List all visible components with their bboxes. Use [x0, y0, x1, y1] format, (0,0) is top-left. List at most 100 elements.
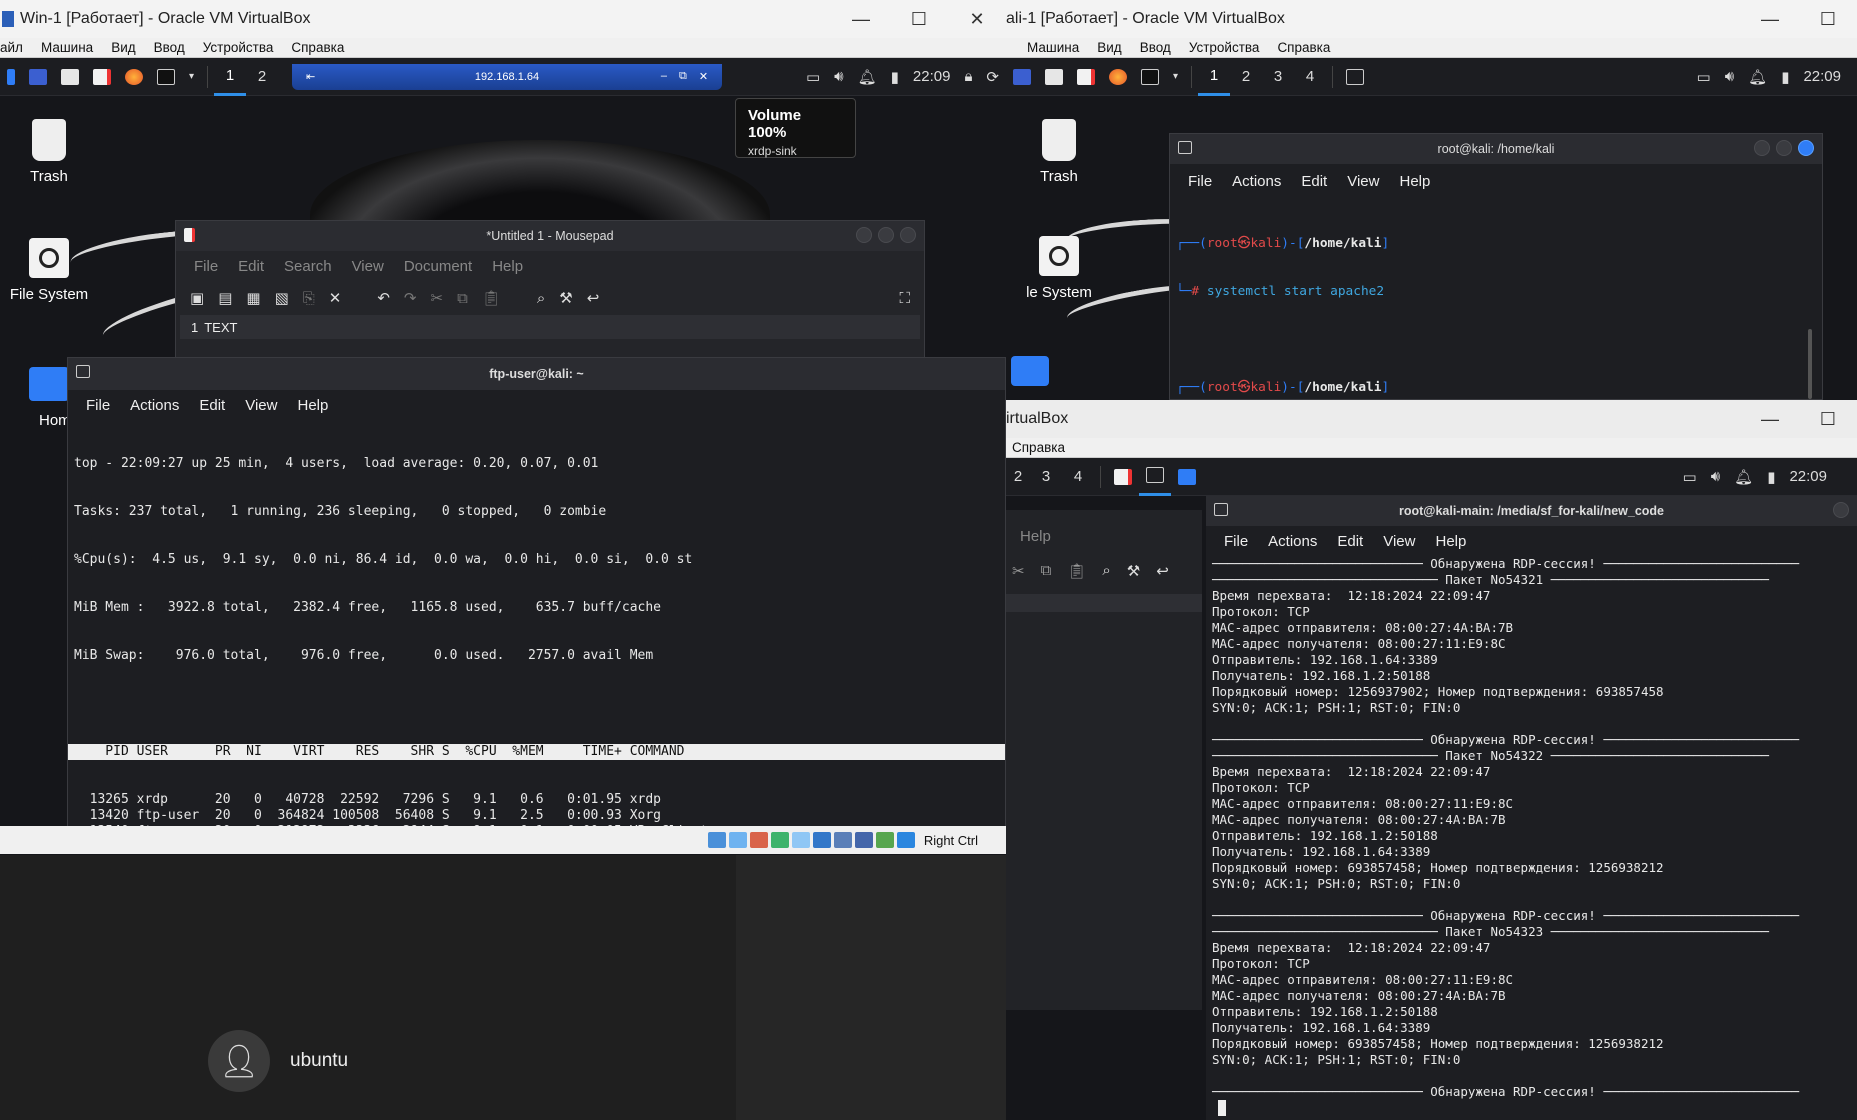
usb-icon[interactable] — [791, 832, 810, 848]
audio-icon[interactable] — [749, 832, 768, 848]
desktop-filesystem[interactable]: File System — [0, 236, 99, 303]
undo-icon[interactable]: ↶ — [377, 289, 390, 307]
maximize-icon[interactable] — [1776, 140, 1792, 156]
firefox-icon[interactable] — [1102, 58, 1134, 96]
text-editor-icon[interactable] — [86, 58, 118, 96]
minimize-icon[interactable]: — — [1741, 0, 1799, 38]
root-terminal-titlebar[interactable]: root@kali: /home/kali — [1170, 134, 1822, 164]
text-editor-icon[interactable] — [1107, 458, 1139, 496]
root-terminal-output[interactable]: ┌──(root㉿kali)-[/home/kali] └─# systemct… — [1170, 198, 1822, 399]
redo-icon[interactable]: ↷ — [404, 289, 417, 307]
maximize-icon[interactable]: ☐ — [1799, 0, 1857, 38]
mousepad-minimize-icon[interactable] — [856, 227, 872, 243]
workspace-4[interactable]: 4 — [1062, 458, 1094, 496]
chevron-down-icon[interactable]: ▾ — [1166, 58, 1185, 96]
main-menu-help[interactable]: Help — [1425, 533, 1476, 550]
desktop-filesystem[interactable]: le System — [1009, 234, 1109, 301]
taskbar-terminal-icon[interactable] — [1339, 58, 1371, 96]
third-vm-titlebar[interactable]: irtualBox — ☐ — [1006, 400, 1857, 438]
mousepad-maximize-icon[interactable] — [878, 227, 894, 243]
paste-icon[interactable]: 📋︎ — [482, 289, 501, 307]
text-editor-icon[interactable] — [1070, 58, 1102, 96]
rdp-connection-bar[interactable]: ⇤ 192.168.1.64 – ⧉ ✕ — [292, 63, 723, 90]
menu-help[interactable]: Справка — [282, 40, 353, 55]
volume-icon[interactable]: 🔊︎ — [1704, 458, 1727, 496]
menu-file[interactable]: айл — [0, 40, 32, 55]
right-vm-titlebar[interactable]: ali-1 [Работает] - Oracle VM VirtualBox … — [1006, 0, 1857, 38]
cpu-icon[interactable] — [875, 832, 894, 848]
desktop-icon[interactable] — [1006, 58, 1038, 96]
minimize-icon[interactable]: — — [1741, 400, 1799, 438]
mouse-integration-icon[interactable] — [896, 832, 915, 848]
left-vm-titlebar[interactable]: Win-1 [Работает] - Oracle VM VirtualBox … — [0, 0, 1006, 38]
top-output[interactable]: top - 22:09:27 up 25 min, 4 users, load … — [68, 420, 1005, 828]
panel-clock[interactable]: 22:09 — [1796, 58, 1857, 96]
display-icon[interactable]: ▭ — [1676, 458, 1704, 496]
minimize-icon[interactable]: — — [832, 0, 890, 38]
maximize-icon[interactable]: ☐ — [1799, 400, 1857, 438]
lock-icon[interactable]: 🔒︎ — [957, 58, 979, 96]
menu-input[interactable]: Ввод — [1131, 40, 1180, 55]
desktop-trash[interactable]: Trash — [1009, 118, 1109, 185]
workspace-4[interactable]: 4 — [1294, 58, 1326, 96]
save-as-icon[interactable]: ▧ — [275, 289, 289, 307]
close-icon[interactable]: ✕ — [948, 0, 1006, 38]
terminal-scrollbar[interactable] — [1808, 329, 1812, 399]
files-icon[interactable] — [1038, 58, 1070, 96]
ftp-menu-actions[interactable]: Actions — [120, 397, 189, 414]
kali-menu-icon[interactable] — [0, 58, 22, 96]
desktop-trash[interactable]: Trash — [0, 118, 99, 185]
ftp-terminal-titlebar[interactable]: ftp-user@kali: ~ — [68, 358, 1005, 390]
mousepad-close-icon[interactable] — [900, 227, 916, 243]
hdd-icon[interactable] — [707, 832, 726, 848]
close-document-icon[interactable]: ✕ — [329, 289, 342, 307]
workspace-1[interactable]: 1 — [214, 58, 247, 96]
login-user[interactable]: 👤︎ ubuntu — [208, 1030, 348, 1092]
menu-view[interactable]: Вид — [1088, 40, 1130, 55]
mousepad-menu-file[interactable]: File — [184, 258, 228, 275]
volume-icon[interactable]: 🔊︎ — [827, 58, 850, 96]
panel-clock[interactable]: 22:09 — [1782, 458, 1857, 496]
save-icon[interactable]: ▦ — [246, 289, 260, 307]
rdp-close-icon[interactable]: ✕ — [699, 70, 708, 83]
minimize-icon[interactable] — [1754, 140, 1770, 156]
fullscreen-icon[interactable]: ⛶ — [899, 290, 910, 307]
rdp-capture-output[interactable]: ──────────────────────────── Обнаружена … — [1206, 556, 1857, 1116]
background-help-menu[interactable]: Help — [1020, 528, 1051, 545]
mousepad-menu-document[interactable]: Document — [394, 258, 482, 275]
volume-icon[interactable]: 🔊︎ — [1718, 58, 1741, 96]
bell-icon[interactable]: 🔔︎ — [1741, 58, 1774, 96]
taskbar-terminal-icon[interactable] — [1139, 458, 1171, 496]
firefox-icon[interactable] — [118, 58, 150, 96]
main-menu-view[interactable]: View — [1373, 533, 1425, 550]
mousepad-editor[interactable]: 1 TEXT — [180, 315, 920, 339]
ftp-menu-view[interactable]: View — [235, 397, 287, 414]
main-menu-actions[interactable]: Actions — [1258, 533, 1327, 550]
mousepad-menu-view[interactable]: View — [342, 258, 394, 275]
goto-icon[interactable]: ↩ — [1156, 562, 1169, 580]
search-icon[interactable]: ⌕ — [537, 290, 545, 307]
terminal-icon[interactable] — [1134, 58, 1166, 96]
desktop-icon[interactable] — [22, 58, 54, 96]
root-menu-actions[interactable]: Actions — [1222, 173, 1291, 190]
mousepad-menu-edit[interactable]: Edit — [228, 258, 274, 275]
shared-folder-icon[interactable] — [812, 832, 831, 848]
cut-icon[interactable]: ✂ — [1012, 562, 1025, 580]
battery-icon[interactable]: ▮ — [1760, 458, 1782, 496]
files-icon[interactable] — [54, 58, 86, 96]
minimize-icon[interactable] — [1833, 502, 1849, 518]
main-menu-file[interactable]: File — [1214, 533, 1258, 550]
ftp-menu-help[interactable]: Help — [287, 397, 338, 414]
root-menu-file[interactable]: File — [1178, 173, 1222, 190]
workspace-2[interactable]: 2 — [246, 58, 278, 96]
rdp-minimize-icon[interactable]: – — [661, 70, 667, 83]
menu-devices[interactable]: Устройства — [194, 40, 283, 55]
goto-icon[interactable]: ↩ — [587, 289, 600, 307]
paste-icon[interactable]: 📋︎ — [1067, 562, 1086, 580]
ftp-menu-edit[interactable]: Edit — [189, 397, 235, 414]
taskbar-folder-icon[interactable] — [1171, 458, 1203, 496]
bell-icon[interactable]: 🔔︎ — [851, 58, 884, 96]
maximize-icon[interactable]: ☐ — [890, 0, 948, 38]
new-window-icon[interactable]: ▤ — [218, 289, 232, 307]
panel-clock[interactable]: 22:09 — [906, 58, 958, 96]
